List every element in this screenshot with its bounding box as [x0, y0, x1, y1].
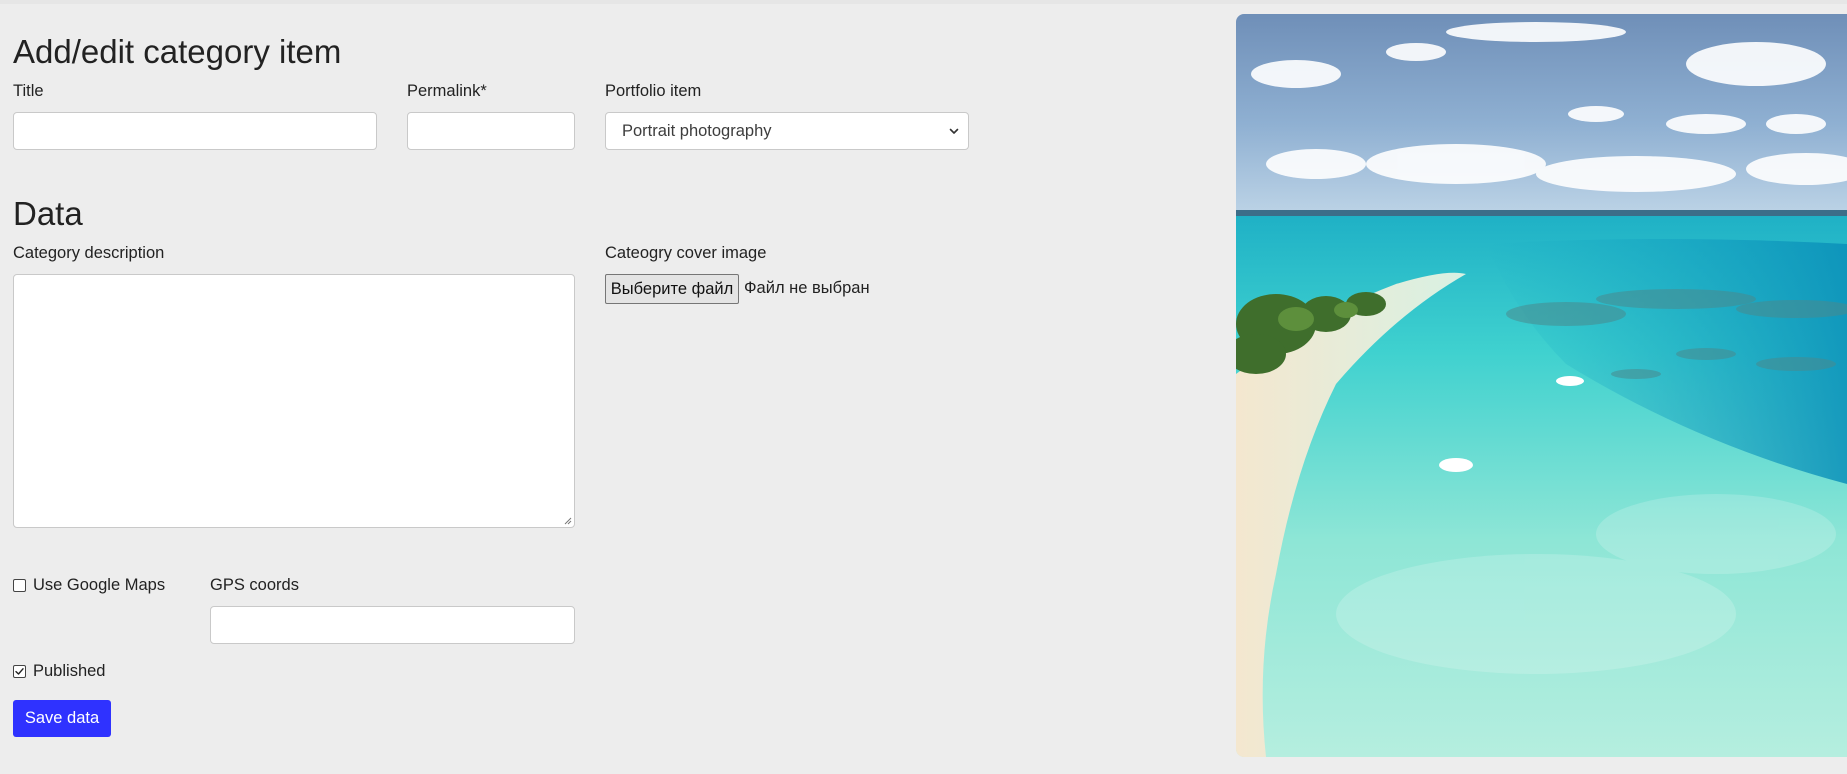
resize-grip-icon[interactable]: [562, 515, 572, 525]
lagoon-photo: [1236, 14, 1847, 757]
check-icon: [15, 668, 24, 675]
portfolio-item-selected: Portrait photography: [622, 121, 772, 140]
chevron-down-icon: [949, 128, 959, 134]
data-heading: Data: [13, 195, 83, 232]
permalink-label: Permalink*: [407, 82, 487, 100]
cover-preview-image: [1236, 14, 1847, 757]
category-description-label: Category description: [13, 244, 165, 262]
gps-coords-label: GPS coords: [210, 576, 299, 594]
title-label: Title: [13, 82, 44, 100]
portfolio-item-label: Portfolio item: [605, 82, 702, 100]
published-label[interactable]: Published: [33, 661, 105, 681]
permalink-input[interactable]: [407, 112, 575, 150]
portfolio-item-select[interactable]: Portrait photography: [605, 112, 969, 150]
cover-image-label: Cateogry cover image: [605, 244, 767, 262]
title-input[interactable]: [13, 112, 377, 150]
top-border: [0, 0, 1847, 4]
choose-file-button[interactable]: Выберите файл: [605, 274, 739, 304]
published-checkbox[interactable]: [13, 665, 26, 678]
category-description-textarea[interactable]: [13, 274, 575, 528]
gps-coords-input[interactable]: [210, 606, 575, 644]
form-heading: Add/edit category item: [13, 33, 342, 70]
use-google-maps-label[interactable]: Use Google Maps: [33, 575, 165, 595]
use-google-maps-checkbox[interactable]: [13, 579, 26, 592]
file-status-text: Файл не выбран: [744, 279, 870, 297]
save-data-button[interactable]: Save data: [13, 700, 111, 737]
